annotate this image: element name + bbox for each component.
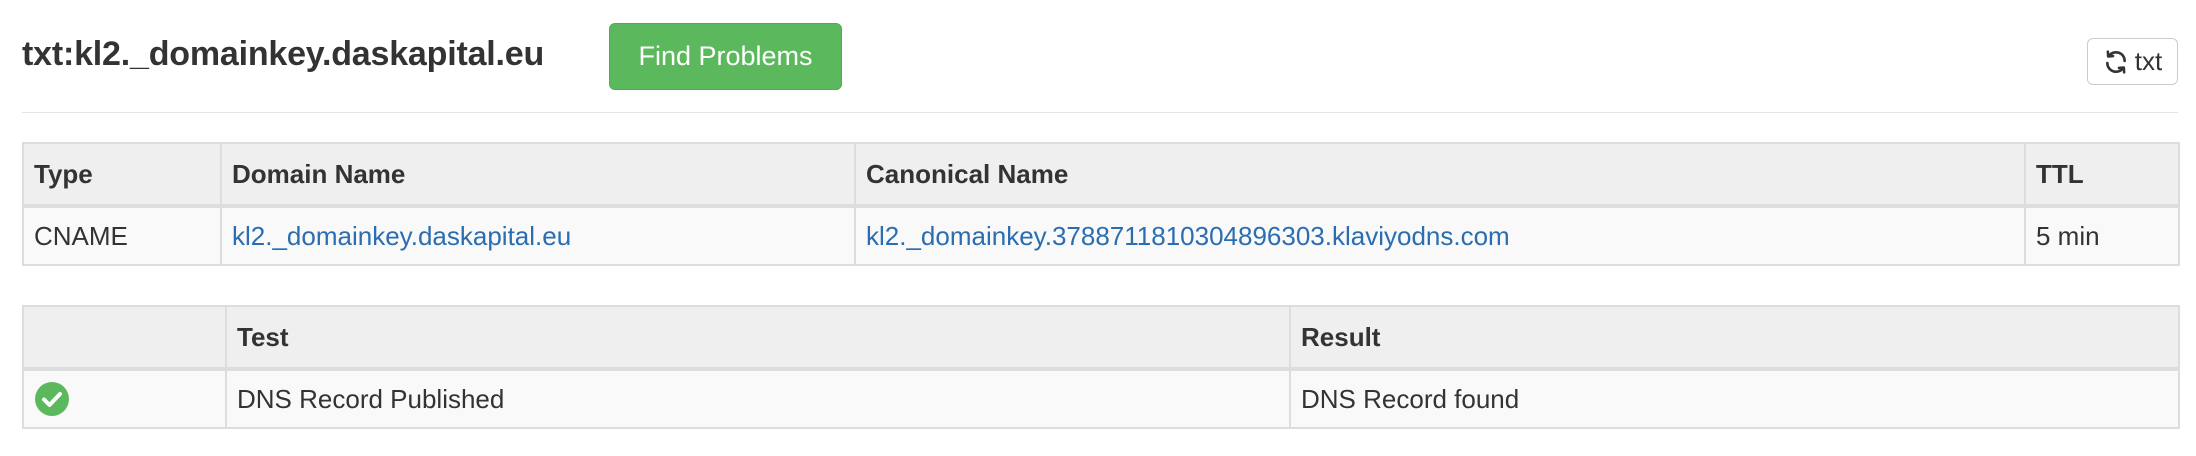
record-type: CNAME <box>22 205 222 266</box>
column-header-status <box>22 305 227 371</box>
table-header-row: Type Domain Name Canonical Name TTL <box>22 142 2180 208</box>
check-circle-icon <box>35 382 69 416</box>
column-header-test: Test <box>225 305 1291 371</box>
refresh-icon <box>2105 49 2126 74</box>
canonical-name-link[interactable]: kl2._domainkey.3788711810304896303.klavi… <box>866 221 1510 251</box>
column-header-result: Result <box>1289 305 2180 371</box>
find-problems-button[interactable]: Find Problems <box>609 23 842 90</box>
test-name: DNS Record Published <box>225 368 1291 429</box>
table-row: DNS Record Published DNS Record found <box>22 368 2180 429</box>
page-header: txt:kl2._domainkey.daskapital.eu Find Pr… <box>22 0 2178 113</box>
refresh-button[interactable]: txt <box>2087 38 2178 85</box>
column-header-type: Type <box>22 142 222 208</box>
test-status-cell <box>22 368 227 429</box>
table-row: CNAME kl2._domainkey.daskapital.eu kl2._… <box>22 205 2180 266</box>
dns-records-table: Type Domain Name Canonical Name TTL CNAM… <box>22 142 2180 266</box>
record-ttl: 5 min <box>2024 205 2180 266</box>
table-header-row: Test Result <box>22 305 2180 371</box>
record-canonical-cell: kl2._domainkey.3788711810304896303.klavi… <box>854 205 2026 266</box>
column-header-ttl: TTL <box>2024 142 2180 208</box>
column-header-canonical-name: Canonical Name <box>854 142 2026 208</box>
page: txt:kl2._domainkey.daskapital.eu Find Pr… <box>22 0 2180 429</box>
page-title: txt:kl2._domainkey.daskapital.eu <box>22 35 545 73</box>
domain-name-link[interactable]: kl2._domainkey.daskapital.eu <box>232 221 571 251</box>
column-header-domain-name: Domain Name <box>220 142 856 208</box>
refresh-button-label: txt <box>2134 46 2163 76</box>
test-result: DNS Record found <box>1289 368 2180 429</box>
test-results-table: Test Result DNS Record Published DNS Rec… <box>22 305 2180 429</box>
record-domain-cell: kl2._domainkey.daskapital.eu <box>220 205 856 266</box>
